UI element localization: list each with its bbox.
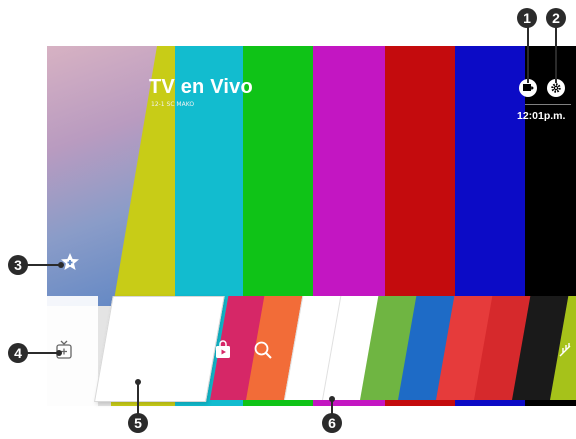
callout-line-5 [137,384,139,414]
clock: 12:01p.m. [517,110,566,122]
channel-title: TV en Vivo [149,76,253,98]
callout-line-3 [27,264,61,266]
antenna-icon [559,343,571,357]
callout-line-4 [27,352,59,354]
callout-3: 3 [8,255,28,275]
callout-4: 4 [8,343,28,363]
callout-line-6 [331,400,333,414]
input-source-icon [523,84,534,91]
callout-line-1 [527,27,529,83]
callout-1: 1 [517,8,537,28]
callout-dot-4 [56,350,62,356]
callout-2: 2 [546,8,566,28]
recent-card[interactable] [94,296,225,402]
callout-6: 6 [322,413,342,433]
store-icon [216,340,230,358]
channel-subtitle: 12-1 SC MAKO [151,101,195,108]
gear-icon [551,83,561,93]
callout-line-2 [555,27,557,83]
search-icon [254,341,272,359]
callout-5: 5 [128,413,148,433]
launcher-bar [0,296,576,406]
clock-divider [525,104,571,105]
callout-dot-3 [58,262,64,268]
